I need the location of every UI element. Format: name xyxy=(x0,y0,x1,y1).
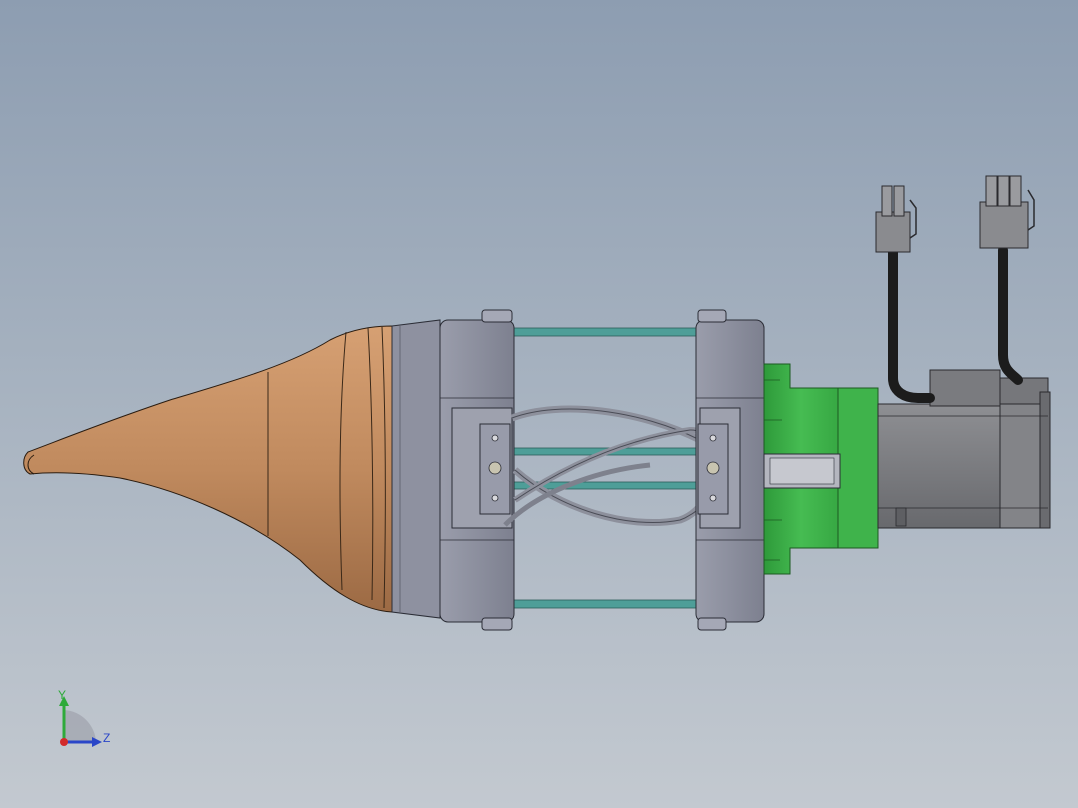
left-housing[interactable] xyxy=(439,309,515,631)
tie-rods[interactable] xyxy=(507,327,709,609)
right-housing[interactable] xyxy=(695,309,765,631)
adapter-ring[interactable] xyxy=(391,319,441,619)
assembly-model[interactable] xyxy=(0,0,1078,808)
gearbox-flange[interactable] xyxy=(763,363,879,575)
orientation-triad[interactable] xyxy=(59,696,102,747)
cad-viewport[interactable]: Y Z xyxy=(0,0,1078,808)
triad-z-arrow xyxy=(92,737,102,747)
internal-cables xyxy=(503,405,719,527)
triad-x-dot xyxy=(60,738,68,746)
horn-tip[interactable] xyxy=(23,325,393,613)
triad-y-label: Y xyxy=(58,688,67,702)
connector-2[interactable] xyxy=(979,175,1035,249)
triad-plane xyxy=(64,710,96,742)
connector-1[interactable] xyxy=(875,185,917,253)
triad-z-label: Z xyxy=(103,731,111,745)
